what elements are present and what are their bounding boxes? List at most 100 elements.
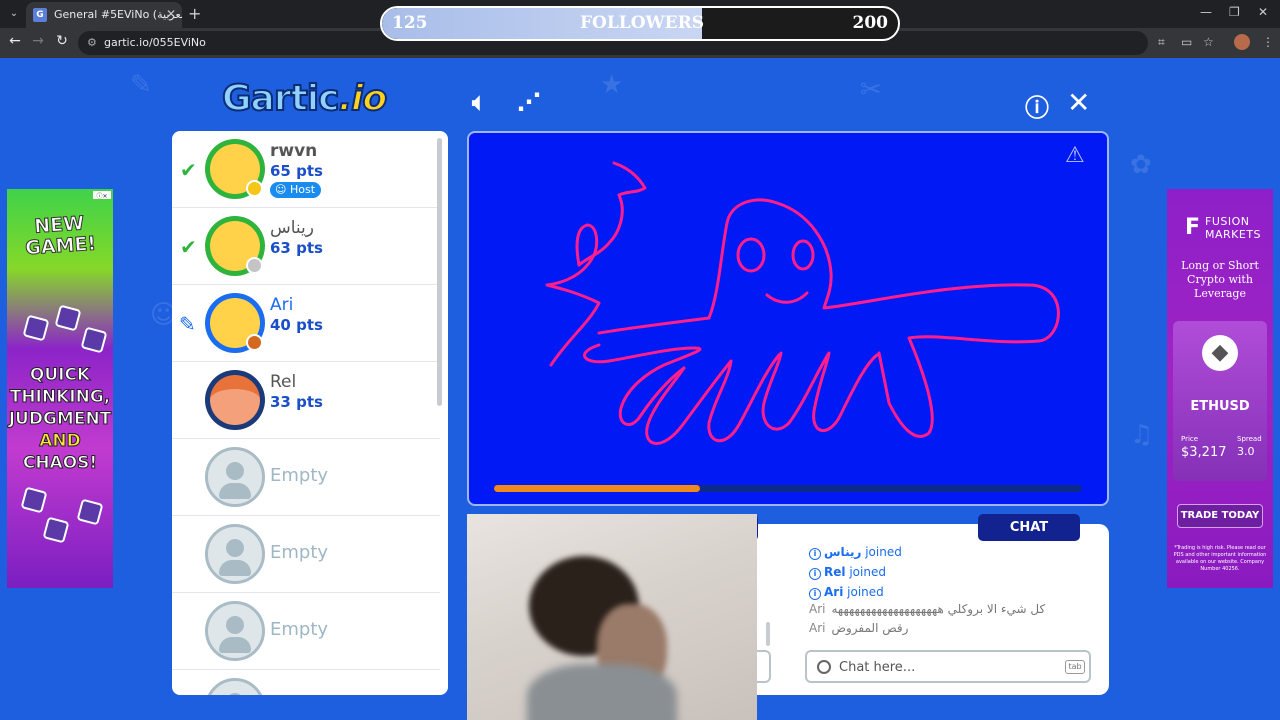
chat-user-name: Ari [809,621,826,635]
followers-current: 125 [392,13,428,33]
chat-user-name: Ari [824,585,844,599]
ad-choices-icon[interactable]: ⓘ✕ [93,191,111,200]
ad-price-card: ◆ ETHUSD Price $3,217 Spread 3.0 [1173,321,1267,481]
back-icon[interactable]: ← [5,33,25,49]
chat-input[interactable] [839,656,1061,678]
empty-avatar-icon [205,601,265,661]
join-message: i Ari joined [809,585,884,600]
ad-line: THINKING, [9,387,111,408]
empty-slot[interactable]: Empty [172,516,440,593]
host-badge: ☺ Host [270,182,322,198]
translate-icon[interactable]: ⌗ [1158,35,1165,50]
ad-card-icon [76,498,104,526]
fusion-logo-icon: F [1185,215,1201,240]
answers-input[interactable] [756,650,771,683]
forward-icon[interactable]: → [28,33,48,49]
tab-search-icon[interactable]: ⌄ [6,6,22,22]
drawing-stroke [761,351,879,432]
browser-tab[interactable]: G General #5EViNo (العربية) - Gart ✕ [26,2,182,28]
background-doodle: ✿ [1130,150,1152,180]
player-name: ريناس [270,218,315,238]
chat-text: رقص المفروض [831,621,909,635]
chat-text: joined [849,565,886,579]
empty-slot[interactable]: Empty [172,439,440,516]
menu-dots-icon[interactable]: ⋮ [1262,35,1274,49]
join-message: i ريناس joined [809,545,902,560]
drawing-stroke [597,198,1060,438]
speaker-icon[interactable]: 🔈︎ [472,88,486,116]
ad-spread: 3.0 [1237,445,1255,458]
ad-brand: FUSION MARKETS [1205,215,1262,241]
minimize-icon[interactable]: — [1200,5,1212,19]
chat-user-name: Rel [824,565,846,579]
ad-card-icon [22,314,50,342]
player-points: 63 pts [270,239,323,257]
drawing-stroke [791,239,815,271]
player-row: ✔ ريناس 63 pts [172,208,440,285]
chat-bubble-icon [817,660,831,674]
player-name: Rel [270,372,297,392]
player-row: ✔ rwvn 65 pts ☺ Host [172,131,440,208]
drawing-canvas[interactable]: ⚠ [467,131,1109,506]
avatar [205,370,265,430]
info-icon[interactable]: ⓘ [1025,88,1049,123]
empty-label: Empty [270,619,329,640]
player-name: rwvn [270,141,318,161]
answers-scrollbar[interactable] [766,622,770,646]
ad-card-icon [42,516,70,544]
empty-slot[interactable]: Empty [172,593,440,670]
pencil-icon: ✎ [179,312,196,336]
drawing-strokes [545,161,1060,445]
right-ad-banner[interactable]: F FUSION MARKETS Long or Short Crypto wi… [1167,189,1273,588]
host-label: Host [289,183,316,196]
profile-avatar[interactable] [1234,34,1250,50]
empty-slot[interactable] [172,670,440,695]
new-tab-icon[interactable]: + [188,4,201,23]
empty-avatar-icon [205,524,265,584]
chat-user-name: ريناس [824,545,862,559]
chat-user-name: Ari [809,602,826,616]
site-info-icon[interactable]: ⚙ [87,36,97,49]
left-ad-banner[interactable]: ⓘ✕ NEW GAME! QUICK THINKING, JUDGMENT AN… [7,189,113,588]
ad-line: QUICK [29,365,91,386]
player-points: 65 pts [270,162,323,180]
reload-icon[interactable]: ↻ [52,33,72,49]
round-timer-fill [494,485,700,492]
ad-line: CHAOS! [22,453,98,474]
round-timer-bar [494,485,1082,492]
ad-card-icon [20,486,48,514]
warning-icon[interactable]: ⚠ [1065,143,1085,168]
tab-close-icon[interactable]: ✕ [166,7,176,21]
empty-label: Empty [270,465,329,486]
checkmark-icon: ✔ [180,158,197,182]
url-text: gartic.io/055EViNo [104,36,206,49]
bookmark-star-icon[interactable]: ☆ [1203,35,1214,49]
trade-today-button[interactable]: TRADE TODAY [1177,504,1263,528]
background-doodle: ✎ [130,70,152,100]
ad-line: JUDGMENT [8,409,112,430]
webcam-person [527,664,677,720]
chat-tab[interactable]: CHAT [978,514,1080,541]
cast-icon[interactable]: ▭ [1181,35,1192,49]
status-dot [246,257,263,274]
empty-avatar-icon [205,447,265,507]
close-icon[interactable]: ✕ [1067,86,1090,119]
window-close-icon[interactable]: ✕ [1258,5,1268,19]
chat-input-box[interactable]: tab [805,650,1091,683]
share-icon[interactable]: ⋰ [517,88,541,116]
tab-key-hint: tab [1065,660,1085,674]
ad-card-icon [54,304,82,332]
player-points: 33 pts [270,393,323,411]
followers-label: FOLLOWERS [579,13,705,33]
drawing-stroke [645,353,781,445]
favicon-icon: G [33,8,47,22]
player-name: Ari [270,295,294,315]
background-doodle: ✂ [860,75,882,105]
players-scrollbar[interactable] [437,138,442,406]
ad-tagline: QUICK THINKING, JUDGMENT AND CHAOS! [7,364,113,474]
player-row: Rel 33 pts [172,362,440,439]
logo-suffix: .io [337,77,388,120]
logo-main: Gartic [221,77,340,120]
ad-price-label: Price [1181,435,1199,443]
restore-icon[interactable]: ❐ [1229,5,1240,19]
